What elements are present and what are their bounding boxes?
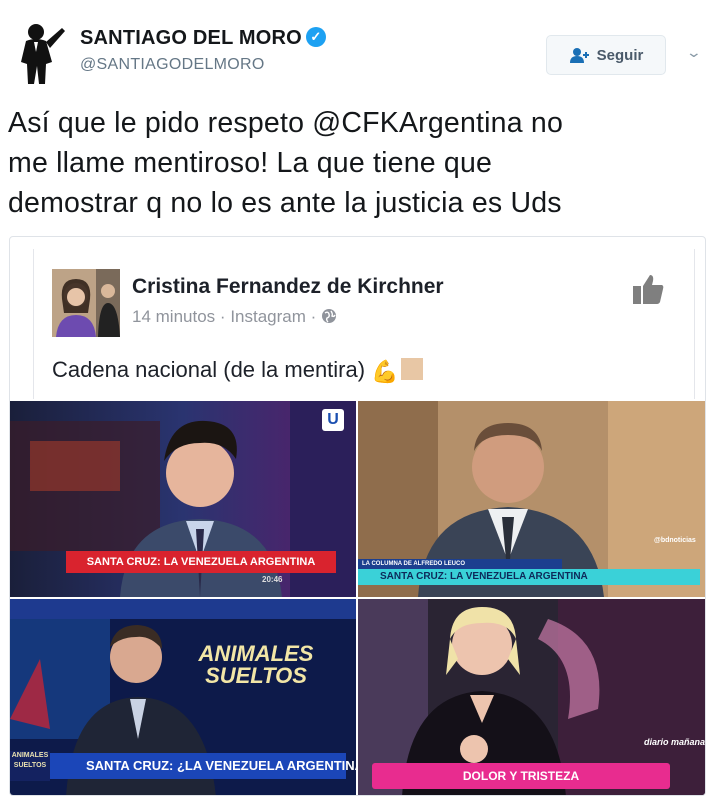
- author-name-text: SANTIAGO DEL MORO: [80, 27, 302, 49]
- separator: ·: [219, 307, 226, 326]
- follow-button-label: Seguir: [596, 46, 644, 64]
- tv-caption: SANTA CRUZ: ¿LA VENEZUELA ARGENTINA?: [50, 753, 356, 779]
- add-user-icon: [569, 48, 589, 63]
- author-avatar[interactable]: [12, 22, 66, 84]
- author-name[interactable]: SANTIAGO DEL MORO ✓: [80, 26, 326, 50]
- tweet-line: Así que le pido respeto @CFKArgentina no: [8, 107, 563, 139]
- tv-clock: 20:46: [262, 575, 283, 584]
- channel-logo: U: [322, 409, 344, 431]
- verified-check-icon: ✓: [305, 26, 326, 47]
- tv-panel-top-right: LA COLUMNA DE ALFREDO LEUCO SANTA CRUZ: …: [358, 401, 705, 597]
- tv-screenshots-grid: SANTA CRUZ: LA VENEZUELA ARGENTINA U 20:…: [10, 401, 706, 795]
- show-logo-line2: SUELTOS: [205, 663, 307, 688]
- tv-panel-bottom-right: DOLOR Y TRISTEZA diario mañana: [358, 599, 706, 795]
- tv-panel-bottom-left: ANIMALES SUELTOS ANIMALES SUELTOS SANTA …: [10, 599, 356, 795]
- fb-post-time[interactable]: 14 minutos: [132, 307, 215, 326]
- tv-panel-top-left: SANTA CRUZ: LA VENEZUELA ARGENTINA U 20:…: [10, 401, 356, 597]
- show-logo: ANIMALES SUELTOS: [196, 643, 316, 687]
- fb-author-avatar[interactable]: [52, 269, 120, 337]
- facebook-post: Cristina Fernandez de Kirchner 14 minuto…: [33, 249, 695, 399]
- fb-post-text-content: Cadena nacional (de la mentira): [52, 357, 366, 382]
- tweet-media-card[interactable]: Cristina Fernandez de Kirchner 14 minuto…: [9, 236, 706, 796]
- globe-icon: [322, 309, 337, 323]
- show-logo: diario mañana: [644, 737, 706, 747]
- author-handle[interactable]: @SANTIAGODELMORO: [80, 56, 265, 74]
- tv-caption: SANTA CRUZ: LA VENEZUELA ARGENTINA: [358, 569, 700, 585]
- fb-avatar-photo: [52, 269, 120, 337]
- tv-badge: @bdnoticias: [654, 537, 696, 544]
- flexed-biceps-emoji: 💪: [371, 359, 399, 384]
- fb-author-name[interactable]: Cristina Fernandez de Kirchner: [132, 275, 444, 299]
- tv-caption: SANTA CRUZ: LA VENEZUELA ARGENTINA: [66, 551, 336, 573]
- fb-post-text: Cadena nacional (de la mentira) 💪: [52, 357, 424, 385]
- follow-button[interactable]: Seguir: [546, 35, 666, 75]
- skin-tone-emoji: [401, 358, 424, 380]
- fb-post-meta: 14 minutos · Instagram ·: [132, 307, 337, 327]
- tv-small-label: LA COLUMNA DE ALFREDO LEUCO: [358, 559, 562, 569]
- thumbs-up-icon[interactable]: [630, 271, 666, 307]
- tweet-line: demostrar q no lo es ante la justicia es…: [8, 187, 562, 219]
- tweet-text: Así que le pido respeto @CFKArgentina no…: [8, 103, 708, 223]
- tweet-header: SANTIAGO DEL MORO ✓ @SANTIAGODELMORO Segu…: [0, 0, 720, 96]
- separator: ·: [310, 307, 317, 326]
- fb-post-source: Instagram: [230, 307, 306, 326]
- chevron-down-icon[interactable]: ⌄: [686, 44, 702, 61]
- mini-show-logo: ANIMALES SUELTOS: [10, 751, 50, 781]
- show-logo-line1: ANIMALES: [198, 641, 314, 666]
- avatar-silhouette: [21, 24, 65, 84]
- tweet-line: me llame mentiroso! La que tiene que: [8, 147, 493, 179]
- tv-caption: DOLOR Y TRISTEZA: [372, 763, 670, 789]
